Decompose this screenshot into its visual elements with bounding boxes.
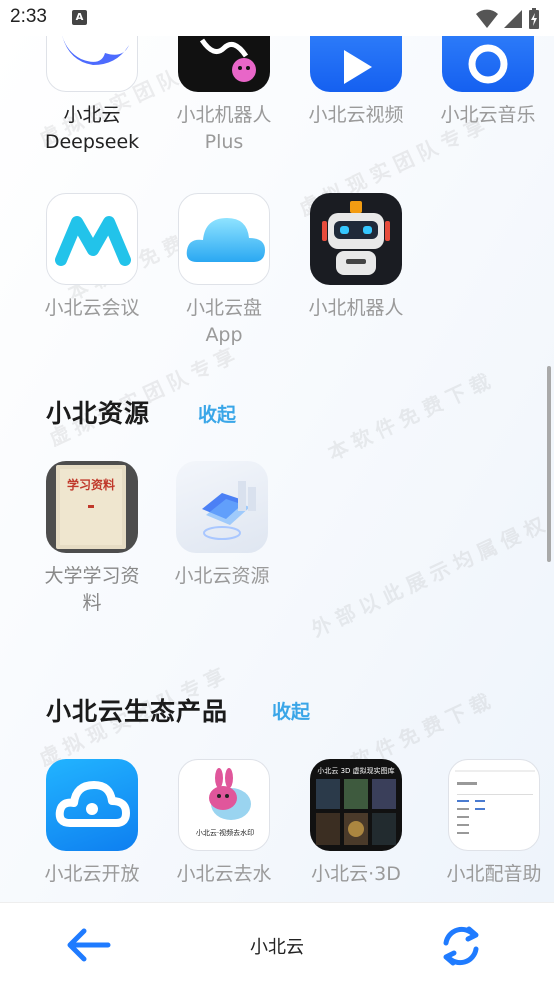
app-sublabel: Deepseek bbox=[44, 131, 140, 153]
battery-icon bbox=[529, 8, 539, 29]
collapse-resources-button[interactable]: 收起 bbox=[198, 400, 236, 427]
status-bar: 2:33 A bbox=[0, 0, 554, 36]
resource-folder-icon bbox=[176, 461, 268, 553]
cloud-drive-icon bbox=[178, 193, 270, 285]
app-xiaobei-deepseek[interactable]: 小北云 Deepseek bbox=[27, 36, 157, 156]
icon-caption: 小北云·视频去水印 bbox=[196, 828, 254, 837]
open-cloud-icon bbox=[46, 759, 138, 851]
music-icon bbox=[442, 36, 534, 92]
app-xiaobei-video[interactable]: 小北云视频 bbox=[291, 36, 421, 129]
app-label: 小北配音助 bbox=[446, 863, 542, 885]
icon-caption: 小北云 3D 虚拟现实图库 bbox=[317, 766, 394, 775]
app-xiaobei-watermark-remove[interactable]: 小北云·视频去水印 小北云去水 bbox=[159, 759, 289, 888]
3d-gallery-icon: 小北云 3D 虚拟现实图库 bbox=[310, 759, 402, 851]
app-label: 小北云音乐 bbox=[440, 104, 536, 126]
study-book-icon: 学习资料 bbox=[46, 461, 138, 553]
app-xiaobei-robot-plus[interactable]: 小北机器人 Plus bbox=[159, 36, 289, 156]
app-sublabel: Plus bbox=[204, 131, 244, 153]
robot-face-icon bbox=[310, 193, 402, 285]
app-label: 小北云 bbox=[63, 104, 121, 126]
app-xiaobei-resources[interactable]: 小北云资源 bbox=[157, 461, 287, 590]
bottom-navigation-bar: 小北云 bbox=[0, 902, 554, 985]
watermark-remove-icon: 小北云·视频去水印 bbox=[178, 759, 270, 851]
signal-icon bbox=[504, 10, 522, 28]
app-xiaobei-cloud-drive[interactable]: 小北云盘 App bbox=[159, 193, 289, 349]
app-xiaobei-3d[interactable]: 小北云 3D 虚拟现实图库 小北云·3D bbox=[291, 759, 421, 888]
app-label: 大学学习资 bbox=[44, 565, 140, 587]
video-play-icon bbox=[310, 36, 402, 92]
app-label: 小北云·3D bbox=[311, 863, 401, 885]
app-xiaobei-robot[interactable]: 小北机器人 bbox=[291, 193, 421, 322]
app-label: 小北云开放 bbox=[44, 863, 140, 885]
collapse-ecosystem-button[interactable]: 收起 bbox=[272, 697, 310, 724]
content-area[interactable]: 虚拟现实团队专享 虚拟现实团队专享 本软件免费下载 虚拟现实团队专享 本软件免费… bbox=[0, 36, 554, 902]
app-label: 小北云视频 bbox=[308, 104, 404, 126]
notification-a-icon: A bbox=[72, 10, 87, 25]
app-label: 小北云资源 bbox=[174, 565, 270, 587]
app-study-materials[interactable]: 学习资料 大学学习资 料 bbox=[27, 461, 157, 617]
app-label: 小北机器人 bbox=[176, 104, 272, 126]
dubbing-assistant-icon bbox=[448, 759, 540, 851]
app-sublabel: 料 bbox=[82, 592, 102, 614]
watermark-text: 外部以此展示均属侵权 bbox=[307, 510, 554, 642]
status-time: 2:33 bbox=[10, 6, 47, 27]
scrollbar[interactable] bbox=[547, 366, 551, 562]
meeting-m-icon bbox=[46, 193, 138, 285]
section-title-ecosystem: 小北云生态产品 bbox=[46, 697, 229, 726]
app-xiaobei-dubbing[interactable]: 小北配音助 bbox=[429, 759, 554, 888]
watermark-text: 本软件免费下载 bbox=[324, 366, 500, 466]
app-xiaobei-music[interactable]: 小北云音乐 bbox=[423, 36, 553, 129]
refresh-button[interactable] bbox=[436, 921, 486, 971]
app-label: 小北云会议 bbox=[44, 297, 140, 319]
app-xiaobei-open[interactable]: 小北云开放 bbox=[27, 759, 157, 888]
app-label: 小北云去水 bbox=[176, 863, 272, 885]
app-screen: 2:33 A 虚拟现实团队专享 虚拟现实团队专享 本软件免费下载 虚拟现实团队专… bbox=[0, 0, 554, 985]
section-title-resources: 小北资源 bbox=[46, 399, 151, 428]
app-xiaobei-meeting[interactable]: 小北云会议 bbox=[27, 193, 157, 322]
app-sublabel: App bbox=[205, 324, 243, 346]
wifi-icon bbox=[476, 9, 498, 28]
app-label: 小北云盘 bbox=[185, 297, 262, 319]
deepseek-whale-icon bbox=[46, 36, 138, 92]
robot-plus-icon bbox=[178, 36, 270, 92]
app-label: 小北机器人 bbox=[308, 297, 404, 319]
refresh-icon bbox=[443, 926, 479, 966]
book-cover-title: 学习资料 bbox=[67, 477, 115, 492]
